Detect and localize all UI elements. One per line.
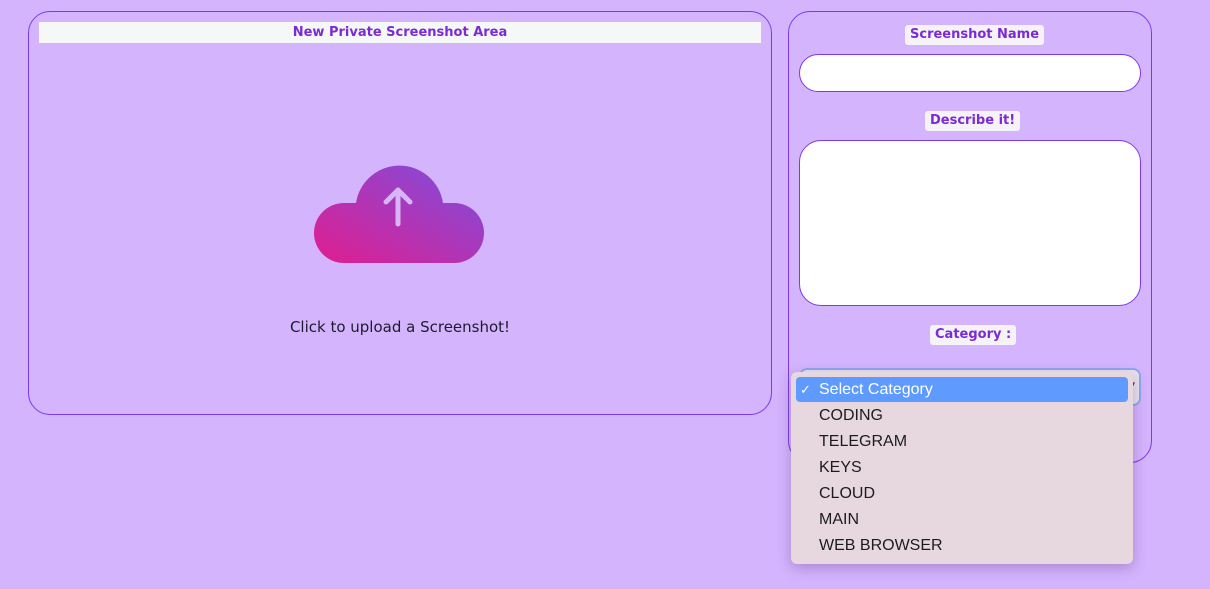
category-option[interactable]: CLOUD [796, 481, 1128, 507]
category-dropdown-menu: ✓ Select Category CODING TELEGRAM KEYS C… [791, 372, 1133, 564]
category-option-label: CODING [819, 407, 883, 424]
category-option-label: MAIN [819, 511, 859, 528]
category-option-label: Select Category [819, 381, 933, 398]
category-option[interactable]: WEB BROWSER [796, 533, 1128, 559]
screenshot-name-label: Screenshot Name [905, 25, 1045, 45]
category-option[interactable]: MAIN [796, 507, 1128, 533]
description-textarea[interactable] [799, 140, 1141, 306]
checkmark-icon: ✓ [800, 382, 811, 397]
category-option-label: KEYS [819, 459, 862, 476]
category-option[interactable]: KEYS [796, 455, 1128, 481]
upload-panel[interactable]: New Private Screenshot Area Click to upl… [28, 11, 772, 415]
description-label: Describe it! [925, 111, 1021, 131]
upload-hint-text: Click to upload a Screenshot! [289, 318, 511, 336]
screenshot-name-input[interactable] [799, 54, 1141, 92]
category-option[interactable]: CODING [796, 403, 1128, 429]
category-option-label: WEB BROWSER [819, 537, 943, 554]
category-option-label: TELEGRAM [819, 433, 908, 450]
cloud-upload-icon[interactable] [313, 152, 487, 266]
category-option[interactable]: ✓ Select Category [796, 377, 1128, 402]
category-option-label: CLOUD [819, 485, 876, 502]
category-label: Category : [930, 325, 1017, 345]
category-option[interactable]: TELEGRAM [796, 429, 1128, 455]
upload-area-title: New Private Screenshot Area [39, 22, 761, 43]
